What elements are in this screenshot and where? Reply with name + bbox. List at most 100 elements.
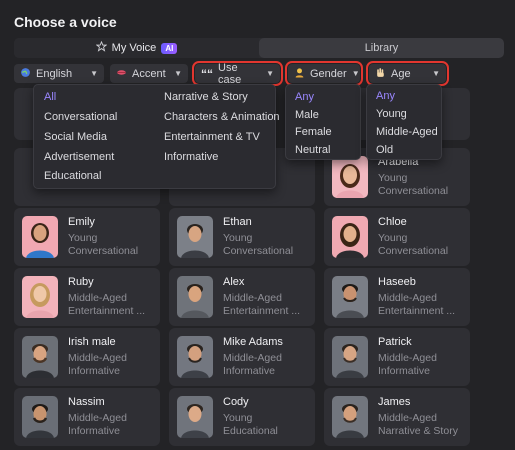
tab-my-voice-label: My Voice: [111, 42, 157, 54]
accent-filter[interactable]: Accent ▼: [110, 64, 188, 83]
age-filter-label: Age: [391, 67, 411, 80]
voice-card-mike-adams[interactable]: Mike Adams Middle-Aged Informative: [169, 328, 315, 386]
lips-icon: [116, 67, 127, 81]
use-case-filter-label: Use case: [218, 61, 242, 86]
avatar: [22, 336, 58, 378]
voice-name: Alex: [223, 276, 245, 288]
voice-card-cody[interactable]: Cody Young Educational: [169, 388, 315, 446]
avatar: [332, 336, 368, 378]
voice-use-case: Narrative & Story: [378, 425, 458, 437]
gender-option-any[interactable]: Any: [295, 91, 314, 103]
chevron-down-icon: ▼: [90, 69, 98, 78]
gender-filter-label: Gender: [310, 67, 347, 80]
voice-card-nassim[interactable]: Nassim Middle-Aged Informative: [14, 388, 160, 446]
voice-source-tabs: My Voice AI Library: [14, 38, 504, 58]
voice-card-haseeb[interactable]: Haseeb Middle-Aged Entertainment ...: [324, 268, 470, 326]
voice-use-case: Conversational: [68, 245, 139, 257]
voice-age: Middle-Aged: [68, 292, 127, 304]
use-case-option-narrative-story[interactable]: Narrative & Story: [164, 91, 248, 103]
voice-card-alex[interactable]: Alex Middle-Aged Entertainment ...: [169, 268, 315, 326]
voice-use-case: Conversational: [378, 185, 449, 197]
avatar: [332, 216, 368, 258]
voice-use-case: Informative: [378, 365, 430, 377]
avatar: [332, 396, 368, 438]
age-option-middle-aged[interactable]: Middle-Aged: [376, 126, 438, 138]
voice-name: Irish male: [68, 336, 116, 348]
voice-age: Young: [223, 232, 253, 244]
voice-card-james[interactable]: James Middle-Aged Narrative & Story: [324, 388, 470, 446]
use-case-option-all[interactable]: All: [44, 91, 56, 103]
age-option-young[interactable]: Young: [376, 108, 407, 120]
gender-option-neutral[interactable]: Neutral: [295, 144, 330, 156]
voice-name: Chloe: [378, 216, 407, 228]
voice-name: Ethan: [223, 216, 252, 228]
use-case-option-informative[interactable]: Informative: [164, 151, 218, 163]
use-case-filter[interactable]: ““ Use case ▼: [192, 61, 283, 86]
voice-name: Cody: [223, 396, 249, 408]
voice-name: Nassim: [68, 396, 105, 408]
voice-name: Emily: [68, 216, 95, 228]
avatar: [177, 336, 213, 378]
voice-card-patrick[interactable]: Patrick Middle-Aged Informative: [324, 328, 470, 386]
use-case-option-social-media[interactable]: Social Media: [44, 131, 107, 143]
age-option-old[interactable]: Old: [376, 144, 393, 156]
gender-filter[interactable]: Gender ▼: [285, 61, 363, 86]
use-case-option-educational[interactable]: Educational: [44, 170, 102, 182]
avatar: [177, 276, 213, 318]
voice-name: Mike Adams: [223, 336, 283, 348]
voice-age: Middle-Aged: [378, 412, 437, 424]
voice-age: Young: [378, 172, 408, 184]
voice-use-case: Entertainment ...: [68, 305, 146, 317]
voice-age: Young: [223, 412, 253, 424]
voice-card-ethan[interactable]: Ethan Young Conversational: [169, 208, 315, 266]
voice-age: Middle-Aged: [378, 292, 437, 304]
use-case-option-characters-animation[interactable]: Characters & Animation: [164, 111, 280, 123]
avatar: [22, 396, 58, 438]
avatar: [22, 216, 58, 258]
use-case-option-conversational[interactable]: Conversational: [44, 111, 117, 123]
voice-card-irish-male[interactable]: Irish male Middle-Aged Informative: [14, 328, 160, 386]
tab-my-voice[interactable]: My Voice AI: [14, 38, 259, 58]
star-icon: [95, 40, 108, 55]
gender-option-male[interactable]: Male: [295, 109, 319, 121]
ai-badge: AI: [161, 42, 178, 54]
tab-library-label: Library: [364, 42, 399, 54]
language-filter[interactable]: English ▼: [14, 64, 104, 83]
voice-use-case: Entertainment ...: [378, 305, 456, 317]
language-filter-label: English: [36, 67, 73, 80]
tab-library[interactable]: Library: [259, 38, 504, 58]
voice-age: Young: [68, 232, 98, 244]
gender-dropdown: Any Male Female Neutral: [285, 84, 361, 160]
avatar: [332, 156, 368, 198]
chevron-down-icon: ▼: [351, 69, 360, 78]
quote-icon: ““: [201, 66, 213, 81]
voice-use-case: Entertainment ...: [223, 305, 301, 317]
voice-card-emily[interactable]: Emily Young Conversational: [14, 208, 160, 266]
voice-age: Young: [378, 232, 408, 244]
chevron-down-icon: ▼: [432, 69, 440, 78]
chevron-down-icon: ▼: [174, 69, 182, 78]
voice-age: Middle-Aged: [378, 352, 437, 364]
voice-name: Ruby: [68, 276, 94, 288]
hand-icon: [375, 67, 386, 81]
voice-name: James: [378, 396, 411, 408]
avatar: [332, 276, 368, 318]
avatar: [22, 276, 58, 318]
globe-icon: [20, 67, 31, 81]
person-icon: [294, 67, 305, 81]
voice-name: Haseeb: [378, 276, 416, 288]
page-title: Choose a voice: [14, 14, 117, 30]
gender-option-female[interactable]: Female: [295, 126, 332, 138]
use-case-option-advertisement[interactable]: Advertisement: [44, 151, 114, 163]
age-option-any[interactable]: Any: [376, 90, 395, 102]
voice-age: Middle-Aged: [223, 352, 282, 364]
voice-use-case: Informative: [68, 365, 120, 377]
age-filter[interactable]: Age ▼: [366, 61, 449, 86]
use-case-option-entertainment-tv[interactable]: Entertainment & TV: [164, 131, 260, 143]
accent-filter-label: Accent: [132, 67, 166, 80]
age-dropdown: Any Young Middle-Aged Old: [366, 84, 442, 160]
voice-use-case: Informative: [223, 365, 275, 377]
use-case-dropdown: All Conversational Social Media Advertis…: [33, 84, 280, 189]
voice-card-ruby[interactable]: Ruby Middle-Aged Entertainment ...: [14, 268, 160, 326]
voice-card-chloe[interactable]: Chloe Young Conversational: [324, 208, 470, 266]
